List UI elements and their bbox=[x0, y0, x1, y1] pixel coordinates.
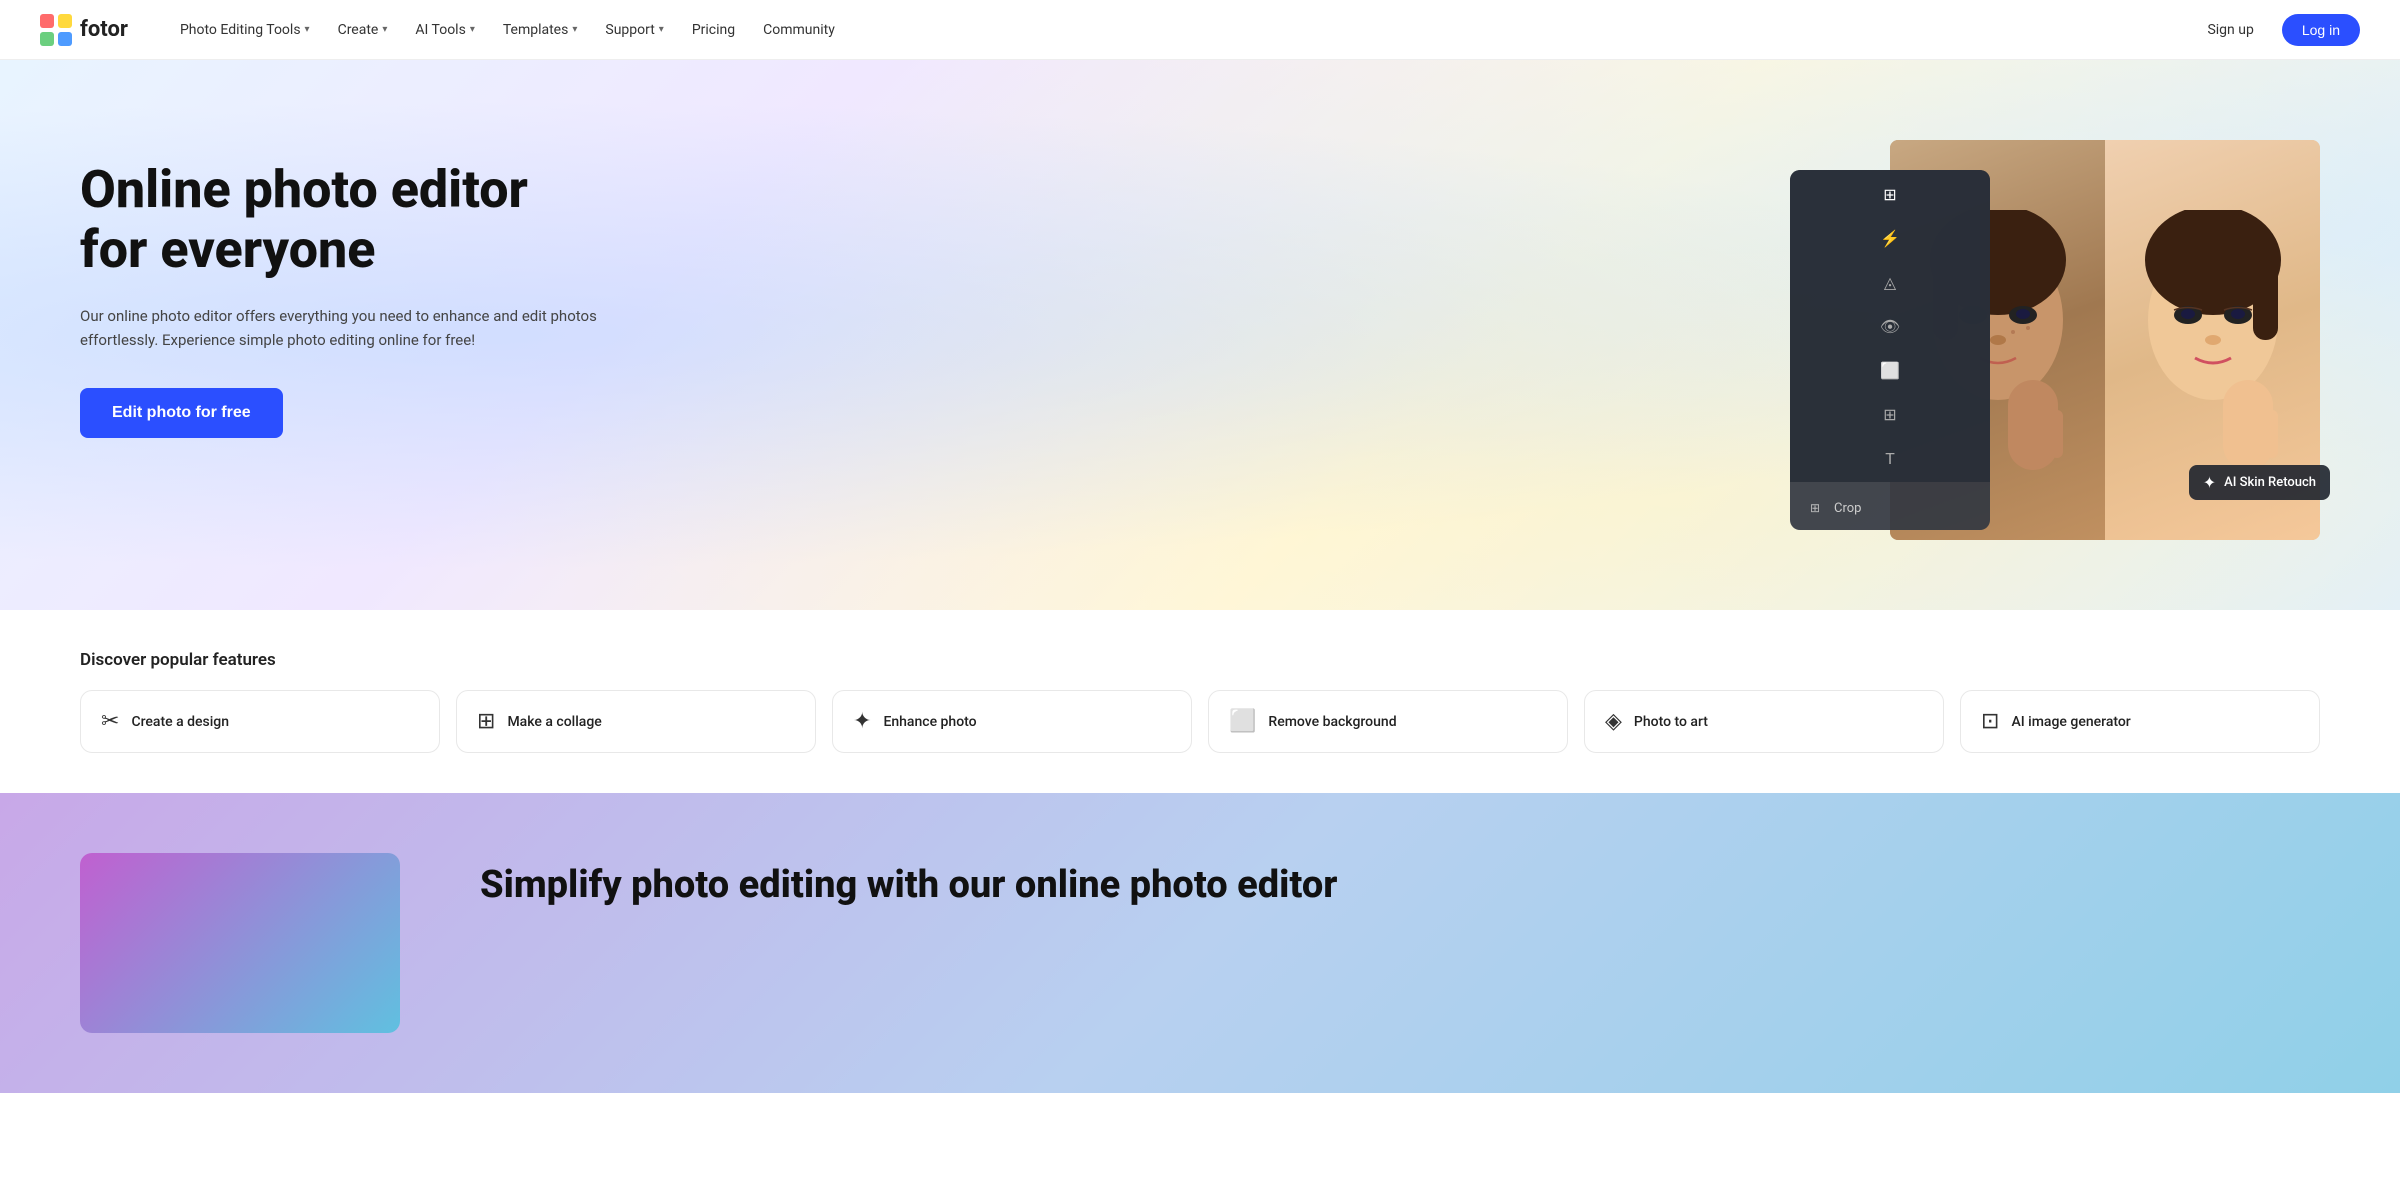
navbar: fotor Photo Editing Tools ▾ Create ▾ AI … bbox=[0, 0, 2400, 60]
sidebar-icon-shape[interactable]: ⬜ bbox=[1876, 356, 1904, 384]
hero-title: Online photo editor for everyone bbox=[80, 160, 600, 280]
logo-icon bbox=[40, 14, 72, 46]
logo[interactable]: fotor bbox=[40, 14, 128, 46]
sidebar-top-icons: ⊞ ⚡ ◬ 👁 ⬜ ⊞ T bbox=[1790, 170, 1990, 482]
ai-image-gen-icon: ⊡ bbox=[1981, 709, 1999, 734]
nav-pricing[interactable]: Pricing bbox=[680, 16, 747, 44]
remove-bg-icon: ⬜ bbox=[1229, 709, 1256, 734]
feature-card-ai-image-generator[interactable]: ⊡ AI image generator bbox=[1960, 690, 2320, 753]
editor-mockup: ⊞ ⚡ ◬ 👁 ⬜ ⊞ T ⊞ Crop bbox=[1790, 140, 2320, 550]
sidebar-icon-adjust[interactable]: ⚡ bbox=[1876, 224, 1904, 252]
sidebar-icon-beauty[interactable]: ◬ bbox=[1876, 268, 1904, 296]
discover-section: Discover popular features ✂ Create a des… bbox=[0, 610, 2400, 793]
menu-item-resize[interactable]: ⬜ Resize bbox=[1790, 526, 1990, 530]
chevron-down-icon: ▾ bbox=[305, 24, 310, 35]
nav-community[interactable]: Community bbox=[751, 16, 847, 44]
enhance-photo-icon: ✦ bbox=[853, 709, 871, 734]
sidebar-icon-group[interactable]: ⊞ bbox=[1876, 400, 1904, 428]
nav-ai-tools[interactable]: AI Tools ▾ bbox=[403, 16, 486, 44]
hero-subtitle: Our online photo editor offers everythin… bbox=[80, 304, 600, 352]
make-collage-icon: ⊞ bbox=[477, 709, 495, 734]
hero-cta-button[interactable]: Edit photo for free bbox=[80, 388, 283, 438]
bottom-section: Simplify photo editing with our online p… bbox=[0, 793, 2400, 1093]
nav-create[interactable]: Create ▾ bbox=[326, 16, 400, 44]
login-button[interactable]: Log in bbox=[2282, 14, 2360, 46]
ai-skin-retouch-badge: ✦ AI Skin Retouch bbox=[2189, 465, 2330, 500]
feature-card-remove-background[interactable]: ⬜ Remove background bbox=[1208, 690, 1568, 753]
bottom-title: Simplify photo editing with our online p… bbox=[480, 863, 2320, 909]
feature-label: Make a collage bbox=[507, 714, 601, 730]
chevron-down-icon: ▾ bbox=[572, 24, 577, 35]
signup-button[interactable]: Sign up bbox=[2195, 16, 2265, 44]
sidebar-icon-grid[interactable]: ⊞ bbox=[1876, 180, 1904, 208]
sidebar-icon-eye[interactable]: 👁 bbox=[1876, 312, 1904, 340]
nav-label: Support bbox=[605, 22, 654, 38]
feature-label: Remove background bbox=[1268, 714, 1396, 730]
chevron-down-icon: ▾ bbox=[659, 24, 664, 35]
nav-label: AI Tools bbox=[415, 22, 465, 38]
chevron-down-icon: ▾ bbox=[470, 24, 475, 35]
feature-label: Enhance photo bbox=[883, 714, 976, 730]
feature-card-photo-to-art[interactable]: ◈ Photo to art bbox=[1584, 690, 1944, 753]
crop-icon: ⊞ bbox=[1806, 499, 1824, 517]
menu-item-crop[interactable]: ⊞ Crop bbox=[1790, 490, 1990, 526]
nav-links: Photo Editing Tools ▾ Create ▾ AI Tools … bbox=[168, 16, 2196, 44]
hero-content: Online photo editor for everyone Our onl… bbox=[0, 60, 2400, 610]
nav-photo-editing-tools[interactable]: Photo Editing Tools ▾ bbox=[168, 16, 322, 44]
feature-card-enhance-photo[interactable]: ✦ Enhance photo bbox=[832, 690, 1192, 753]
feature-label: Photo to art bbox=[1634, 714, 1708, 730]
nav-support[interactable]: Support ▾ bbox=[593, 16, 675, 44]
bottom-image bbox=[80, 853, 400, 1033]
hero-text: Online photo editor for everyone Our onl… bbox=[80, 140, 600, 438]
nav-label: Create bbox=[338, 22, 379, 38]
brand-name: fotor bbox=[80, 17, 128, 42]
feature-label: AI image generator bbox=[2011, 714, 2130, 730]
chevron-down-icon: ▾ bbox=[382, 24, 387, 35]
nav-label: Pricing bbox=[692, 22, 735, 38]
editor-sidebar: ⊞ ⚡ ◬ 👁 ⬜ ⊞ T ⊞ Crop bbox=[1790, 170, 1990, 530]
face-illustration-right bbox=[2133, 210, 2293, 470]
nav-templates[interactable]: Templates ▾ bbox=[491, 16, 590, 44]
discover-title: Discover popular features bbox=[80, 650, 2320, 670]
menu-label: Crop bbox=[1834, 501, 1861, 516]
feature-card-create-design[interactable]: ✂ Create a design bbox=[80, 690, 440, 753]
hero-section: Online photo editor for everyone Our onl… bbox=[0, 60, 2400, 610]
ai-icon: ✦ bbox=[2203, 473, 2216, 492]
ai-badge-label: AI Skin Retouch bbox=[2224, 475, 2316, 490]
photo-to-art-icon: ◈ bbox=[1605, 709, 1622, 734]
sidebar-icon-text[interactable]: T bbox=[1876, 444, 1904, 472]
nav-label: Templates bbox=[503, 22, 569, 38]
nav-right: Sign up Log in bbox=[2195, 14, 2360, 46]
sidebar-menu: ⊞ Crop ⬜ Resize ↻ Rotate & Flip ✦ bbox=[1790, 482, 1990, 530]
nav-label: Community bbox=[763, 22, 835, 38]
feature-label: Create a design bbox=[131, 714, 229, 730]
hero-visual: ⊞ ⚡ ◬ 👁 ⬜ ⊞ T ⊞ Crop bbox=[640, 140, 2320, 550]
bottom-text: Simplify photo editing with our online p… bbox=[480, 853, 2320, 909]
feature-cards: ✂ Create a design ⊞ Make a collage ✦ Enh… bbox=[80, 690, 2320, 753]
feature-card-make-collage[interactable]: ⊞ Make a collage bbox=[456, 690, 816, 753]
create-design-icon: ✂ bbox=[101, 709, 119, 734]
nav-label: Photo Editing Tools bbox=[180, 22, 301, 38]
